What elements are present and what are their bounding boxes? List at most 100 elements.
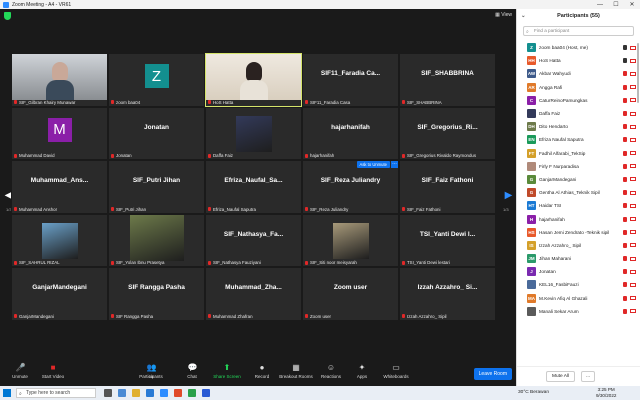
video-tile[interactable]: Daffa Faiz: [205, 106, 302, 160]
participant-list-item[interactable]: HS Hasan Jemi Zendrato -Teknik sipil: [517, 226, 640, 239]
participant-video-off-icon[interactable]: [630, 124, 636, 129]
participant-mic-icon[interactable]: [623, 124, 627, 130]
participant-mic-icon[interactable]: [623, 71, 627, 77]
video-tile[interactable]: Izzah Azzahro_ Si... Izzah Azzahro_ Sipil: [399, 267, 496, 321]
video-tile[interactable]: SIF_Putri Jihan SIF_Putri Jihan: [108, 160, 205, 214]
participant-list-item[interactable]: AW Akbar Wahyudi: [517, 67, 640, 80]
task-view-icon[interactable]: [104, 389, 112, 397]
whiteboards-button[interactable]: ▭ Whiteboards: [376, 363, 416, 379]
participant-mic-icon[interactable]: [623, 216, 627, 222]
video-tile[interactable]: SIF_Nathasya_Fa... SIF_Nathasya Fauziyani: [205, 213, 302, 267]
word-icon[interactable]: [202, 389, 210, 397]
video-tile[interactable]: TSI_Yanti Dewi l... TSI_Yanti Dewi lestar…: [399, 213, 496, 267]
participant-mic-icon[interactable]: [623, 242, 627, 248]
mute-all-button[interactable]: Mute All: [546, 371, 576, 382]
participant-video-off-icon[interactable]: [630, 256, 636, 261]
video-tile[interactable]: SIF_Faiz Fathoni SIF_Faiz Fathoni: [399, 160, 496, 214]
widgets-icon[interactable]: [118, 389, 126, 397]
participant-video-off-icon[interactable]: [630, 243, 636, 248]
video-tile[interactable]: HoS Hatta: [205, 53, 302, 107]
ask-to-unmute-button[interactable]: Ask to Unmute: [356, 161, 390, 168]
video-tile[interactable]: SIF_SHABBRINA SIF_SHABBRINA: [399, 53, 496, 107]
participant-mic-icon[interactable]: [623, 256, 627, 262]
participant-mic-icon[interactable]: [623, 308, 627, 314]
participant-mic-icon[interactable]: [623, 295, 627, 301]
participant-video-off-icon[interactable]: [630, 58, 636, 63]
windows-start-icon[interactable]: [3, 389, 11, 397]
tile-more-options-icon[interactable]: …: [391, 161, 398, 168]
start-video-button[interactable]: ■ Start Video: [33, 363, 73, 379]
video-tile[interactable]: Jonatan Jonatan: [108, 106, 205, 160]
zoom-taskbar-icon[interactable]: [160, 389, 168, 397]
file-explorer-icon[interactable]: [132, 389, 140, 397]
participant-video-off-icon[interactable]: [630, 269, 636, 274]
participant-mic-icon[interactable]: [623, 282, 627, 288]
participant-list-item[interactable]: Daffa Faiz: [517, 107, 640, 120]
participant-list-item[interactable]: HT Haidar TSI: [517, 199, 640, 212]
video-tile[interactable]: Muhammad_Ans... Muhammad Anshor: [11, 160, 108, 214]
participant-list-item[interactable]: G GanjarMandegani: [517, 173, 640, 186]
participant-mic-icon[interactable]: [623, 229, 627, 235]
participant-mic-icon[interactable]: [623, 97, 627, 103]
participant-list-item[interactable]: DH Dito Hendarto: [517, 120, 640, 133]
minimize-icon[interactable]: —: [592, 2, 608, 8]
participant-video-off-icon[interactable]: [630, 71, 636, 76]
participant-video-off-icon[interactable]: [630, 230, 636, 235]
video-tile[interactable]: Zoom user Zoom user: [302, 267, 399, 321]
participant-list-item[interactable]: KEL16_FasbiFauzi: [517, 278, 640, 291]
share-screen-button[interactable]: ⬆ Share Screen: [207, 363, 247, 379]
more-options-button[interactable]: ...: [581, 371, 595, 382]
participant-list-item[interactable]: J Jonatan: [517, 265, 640, 278]
participant-video-off-icon[interactable]: [630, 85, 636, 90]
video-tile[interactable]: SIF_Siti noor meisyarah: [302, 213, 399, 267]
video-tile[interactable]: SIF_Yolan Ibnu Prasetya: [108, 213, 205, 267]
participant-video-off-icon[interactable]: [630, 177, 636, 182]
security-shield-icon[interactable]: [4, 12, 11, 20]
participant-video-off-icon[interactable]: [630, 282, 636, 287]
participant-mic-icon[interactable]: [623, 84, 627, 90]
participant-mic-icon[interactable]: [623, 45, 627, 51]
participant-list-item[interactable]: EN Efriza Naufal Saputra: [517, 133, 640, 146]
participant-list-item[interactable]: G Gentha Al Athias_Teknik Sipil: [517, 186, 640, 199]
participant-mic-icon[interactable]: [623, 203, 627, 209]
video-tile[interactable]: SIF_Gilbran Khairy Munawar: [11, 53, 108, 107]
participant-video-off-icon[interactable]: [630, 137, 636, 142]
video-tile[interactable]: hajarhanifah hajarhanifah: [302, 106, 399, 160]
participant-search-input[interactable]: ⌕ Find a participant: [523, 26, 634, 36]
participant-video-off-icon[interactable]: [630, 217, 636, 222]
participant-video-off-icon[interactable]: [630, 296, 636, 301]
video-tile[interactable]: SIF_Reza Juliandry Ask to Unmute… SIF_Reza…: [302, 160, 399, 214]
view-button[interactable]: ▦ View: [495, 12, 512, 18]
participant-list-item[interactable]: FT Fadhil Alfarabi_TekSip: [517, 147, 640, 160]
participant-mic-icon[interactable]: [623, 150, 627, 156]
video-tile[interactable]: SIF11_Faradia Ca... SIF11_Faradia Casa: [302, 53, 399, 107]
weather-widget[interactable]: 30°C Berawan: [518, 390, 549, 395]
participant-mic-icon[interactable]: [623, 137, 627, 143]
close-icon[interactable]: ✕: [624, 1, 640, 8]
participant-video-off-icon[interactable]: [630, 164, 636, 169]
participant-video-off-icon[interactable]: [630, 151, 636, 156]
participant-list-item[interactable]: Zzoom baa04 (Host, me): [517, 41, 640, 54]
participant-mic-icon[interactable]: [623, 163, 627, 169]
system-clock[interactable]: 3:25 PM 9/30/2022: [596, 387, 616, 399]
chrome-browser-icon[interactable]: [174, 389, 182, 397]
video-tile[interactable]: Efriza_Naufal_Sa... Efriza_Naufal Saputra: [205, 160, 302, 214]
breakout-rooms-button[interactable]: ▦ Breakout Rooms: [276, 363, 316, 379]
edge-browser-icon[interactable]: [146, 389, 154, 397]
participant-list-item[interactable]: C CaturReinoPamungkas: [517, 94, 640, 107]
participant-video-off-icon[interactable]: [630, 111, 636, 116]
video-tile[interactable]: SIF_Gregorius_Ri... SIF_Gregorius Rivaldo…: [399, 106, 496, 160]
participant-list-item[interactable]: Firly F Nurparadisa: [517, 160, 640, 173]
participant-list-item[interactable]: IS Izzah Azzahro_ Sipil: [517, 239, 640, 252]
chat-button[interactable]: 💬 Chat: [172, 363, 212, 379]
video-tile[interactable]: SIF_SAHRUL RIZAL: [11, 213, 108, 267]
participant-list-item[interactable]: HH HoS Hatta: [517, 54, 640, 67]
participant-mic-icon[interactable]: [623, 58, 627, 64]
participants-button[interactable]: 👥55 Participants: [131, 363, 171, 379]
chevron-down-icon[interactable]: ⌄: [521, 9, 526, 23]
participant-mic-icon[interactable]: [623, 111, 627, 117]
participant-video-off-icon[interactable]: [630, 309, 636, 314]
video-tile[interactable]: M Muhammad David: [11, 106, 108, 160]
participant-list-item[interactable]: JM Jihan Maharani: [517, 252, 640, 265]
leave-room-button[interactable]: Leave Room: [473, 368, 512, 380]
